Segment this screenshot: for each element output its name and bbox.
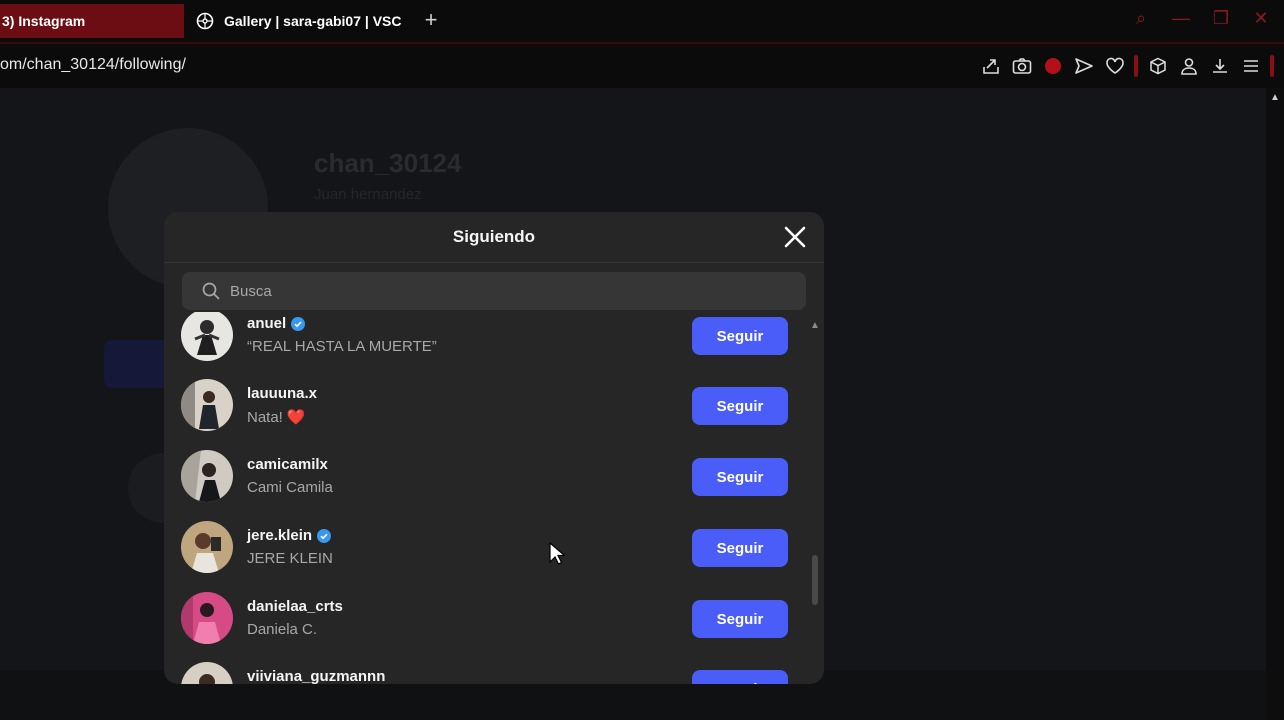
list-item[interactable]: jere.klein JERE KLEIN Seguir <box>164 512 804 582</box>
username-text: danielaa_crts <box>247 598 343 615</box>
avatar[interactable] <box>181 662 233 684</box>
restore-icon[interactable]: ❐ <box>1208 8 1234 29</box>
record-icon[interactable] <box>1041 54 1064 77</box>
download-icon[interactable] <box>1208 54 1231 77</box>
heart-icon[interactable] <box>1103 54 1126 77</box>
tab-title: 3) Instagram <box>2 13 86 29</box>
search-input[interactable] <box>228 281 792 301</box>
profile-username: chan_30124 <box>314 148 462 178</box>
list-item[interactable]: camicamilx Cami Camila Seguir <box>164 441 804 511</box>
tab-bar: 3) Instagram Gallery | sara-gabi07 | VSC… <box>0 0 1284 42</box>
username[interactable]: lauuuna.x <box>247 385 317 402</box>
search-icon[interactable]: ⌕ <box>1128 8 1154 29</box>
follow-button[interactable]: Seguir <box>692 387 788 425</box>
username-text: camicamilx <box>247 456 328 473</box>
username[interactable]: camicamilx <box>247 456 328 473</box>
verified-badge-icon <box>317 528 332 543</box>
browser-toolbar <box>979 54 1274 77</box>
list-item[interactable]: danielaa_crts Daniela C. Seguir <box>164 583 804 653</box>
following-list: anuel “REAL HASTA LA MUERTE” Seguir lauu… <box>164 312 804 684</box>
tab-gallery[interactable]: Gallery | sara-gabi07 | VSC <box>196 4 401 38</box>
full-name: “REAL HASTA LA MUERTE” <box>247 338 437 355</box>
username-text: viiviana_guzmannn <box>247 668 386 684</box>
minimize-icon[interactable]: — <box>1168 8 1194 29</box>
follow-button[interactable]: Seguir <box>692 458 788 496</box>
username[interactable]: danielaa_crts <box>247 598 343 615</box>
toolbar-divider <box>1134 54 1138 77</box>
profile-fullname: Juan hernandez <box>314 186 422 203</box>
list-item[interactable]: lauuuna.x Nata! ❤️ Seguir <box>164 370 804 440</box>
username[interactable]: anuel <box>247 315 306 332</box>
share-icon[interactable] <box>979 54 1002 77</box>
avatar[interactable] <box>181 312 233 361</box>
list-scrollbar[interactable]: ▲ <box>810 320 820 676</box>
tab-title: Gallery | sara-gabi07 | VSC <box>224 13 402 29</box>
avatar[interactable] <box>181 592 233 644</box>
list-item[interactable]: viiviana_guzmannn Seguir <box>164 653 804 684</box>
camera-icon[interactable] <box>1010 54 1033 77</box>
search-icon <box>202 282 220 300</box>
username[interactable]: viiviana_guzmannn <box>247 668 385 684</box>
full-name: Cami Camila <box>247 479 333 496</box>
heart-emoji-icon: ❤️ <box>286 409 306 426</box>
username-text: lauuuna.x <box>247 385 318 402</box>
url-field[interactable]: om/chan_30124/following/ <box>0 56 186 74</box>
vsco-icon <box>196 12 214 30</box>
follow-button[interactable]: Seguir <box>692 529 788 567</box>
verified-badge-icon <box>291 316 306 331</box>
following-dialog: Siguiendo anuel “REAL HASTA LA MUERTE” S… <box>164 212 824 684</box>
full-name: Daniela C. <box>247 621 318 638</box>
scroll-up-icon[interactable]: ▲ <box>810 320 820 331</box>
page-scrollbar[interactable]: ▲ <box>1266 88 1284 720</box>
toolbar-divider <box>1270 54 1274 77</box>
close-icon[interactable] <box>782 224 808 250</box>
follow-button[interactable]: Seguir <box>692 317 788 355</box>
username-text: jere.klein <box>247 527 313 544</box>
new-tab-button[interactable]: + <box>420 9 442 31</box>
avatar[interactable] <box>181 521 233 573</box>
dialog-title: Siguiendo <box>452 227 536 246</box>
full-name: Nata! ❤️ <box>247 408 306 427</box>
cube-icon[interactable] <box>1146 54 1169 77</box>
user-icon[interactable] <box>1177 54 1200 77</box>
address-bar: om/chan_30124/following/ <box>0 44 1284 88</box>
scroll-up-icon[interactable]: ▲ <box>1266 92 1284 103</box>
avatar[interactable] <box>181 450 233 502</box>
dialog-header: Siguiendo <box>164 212 824 263</box>
menu-icon[interactable] <box>1239 54 1262 77</box>
close-icon[interactable]: ✕ <box>1248 8 1274 29</box>
full-name: JERE KLEIN <box>247 550 333 567</box>
window-controls: ⌕ — ❐ ✕ <box>1128 8 1274 29</box>
scrollbar-thumb[interactable] <box>812 555 818 605</box>
username-text: anuel <box>247 315 287 332</box>
send-icon[interactable] <box>1072 54 1095 77</box>
follow-button[interactable]: Seguir <box>692 670 788 684</box>
mouse-cursor-icon <box>549 542 565 565</box>
follow-button[interactable]: Seguir <box>692 600 788 638</box>
search-box[interactable] <box>182 272 806 310</box>
username[interactable]: jere.klein <box>247 527 332 544</box>
tab-instagram[interactable]: 3) Instagram <box>0 4 184 38</box>
list-item[interactable]: anuel “REAL HASTA LA MUERTE” Seguir <box>164 312 804 370</box>
avatar[interactable] <box>181 379 233 431</box>
